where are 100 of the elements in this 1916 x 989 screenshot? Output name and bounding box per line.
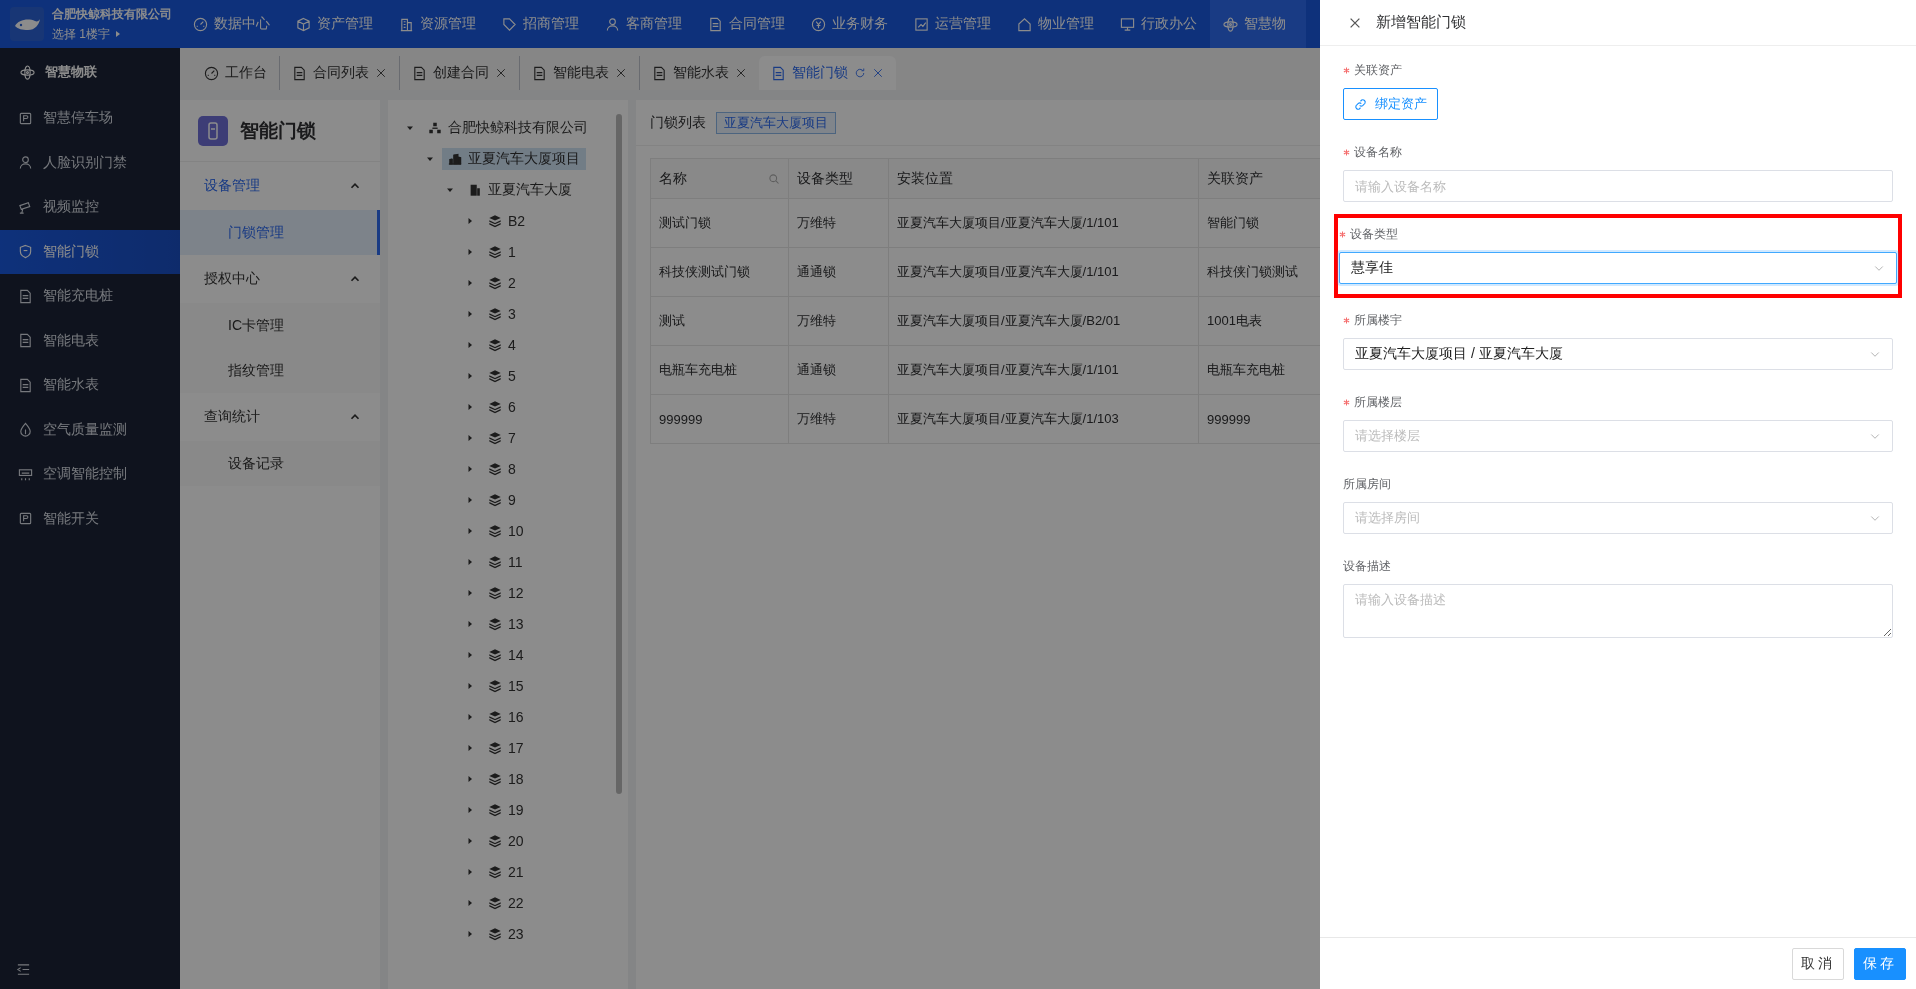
save-button[interactable]: 保存	[1854, 947, 1906, 980]
caret-icon[interactable]	[466, 867, 474, 876]
tree-node[interactable]: 18	[482, 768, 530, 789]
caret-icon[interactable]	[466, 433, 474, 442]
sidebar-item[interactable]: 智慧停车场	[0, 96, 180, 141]
close-icon[interactable]	[735, 67, 747, 79]
sidebar-item[interactable]: 空调智能控制	[0, 452, 180, 497]
caret-icon[interactable]	[466, 340, 474, 349]
tree-node[interactable]: 14	[482, 644, 530, 665]
tree-node[interactable]: B2	[482, 210, 532, 231]
sidebar-item[interactable]: 视频监控	[0, 185, 180, 230]
tree-node[interactable]: 10	[482, 520, 530, 541]
tree-node[interactable]: 21	[482, 861, 530, 882]
caret-icon[interactable]	[466, 371, 474, 380]
scrollbar[interactable]	[616, 114, 622, 794]
menu-group[interactable]: 设备管理	[180, 162, 380, 210]
sidebar-item[interactable]: 智能开关	[0, 496, 180, 541]
select-field[interactable]: 慧享佳	[1339, 252, 1897, 284]
submenu-title: 智能门锁	[240, 118, 316, 143]
caret-icon[interactable]	[466, 557, 474, 566]
tree-node[interactable]: 4	[482, 334, 522, 355]
close-icon[interactable]	[375, 67, 387, 79]
tree-node[interactable]: 11	[482, 551, 529, 572]
tree-node[interactable]: 20	[482, 830, 530, 851]
tab[interactable]: 合同列表	[279, 56, 399, 90]
select-field[interactable]: 亚夏汽车大厦项目 / 亚夏汽车大厦	[1343, 338, 1893, 370]
nav-item[interactable]: 行政办公	[1107, 0, 1210, 48]
tab[interactable]: 智能电表	[519, 56, 639, 90]
caret-icon[interactable]	[466, 619, 474, 628]
table-cell: 测试	[650, 296, 789, 346]
building-picker[interactable]: 选择 1楼宇	[52, 25, 172, 43]
caret-icon[interactable]	[466, 464, 474, 473]
tab[interactable]: 智能门锁	[759, 56, 896, 90]
caret-icon[interactable]	[466, 278, 474, 287]
caret-icon[interactable]	[466, 495, 474, 504]
tree-node[interactable]: 亚夏汽车大厦项目	[442, 147, 586, 170]
caret-icon[interactable]	[466, 836, 474, 845]
tree-node[interactable]: 15	[482, 675, 530, 696]
caret-icon[interactable]	[466, 650, 474, 659]
tree-node[interactable]: 23	[482, 923, 530, 944]
tree-node[interactable]: 19	[482, 799, 530, 820]
sidebar-item[interactable]: 空气质量监测	[0, 407, 180, 452]
caret-icon[interactable]	[466, 526, 474, 535]
tab[interactable]: 创建合同	[399, 56, 519, 90]
tree-node[interactable]: 22	[482, 892, 530, 913]
caret-icon[interactable]	[466, 805, 474, 814]
nav-item[interactable]: 智慧物	[1210, 0, 1306, 48]
tree-node[interactable]: 13	[482, 613, 530, 634]
nav-item[interactable]: 数据中心	[180, 0, 283, 48]
tree-node[interactable]: 6	[482, 396, 522, 417]
menu-group[interactable]: 授权中心	[180, 255, 380, 303]
close-icon[interactable]	[615, 67, 627, 79]
caret-icon[interactable]	[466, 588, 474, 597]
sidebar-item[interactable]: 智能门锁	[0, 229, 180, 274]
tree-node[interactable]: 合肥快鲸科技有限公司	[422, 116, 594, 139]
tree-node[interactable]: 16	[482, 706, 530, 727]
textarea-field[interactable]: 请输入设备描述	[1343, 584, 1893, 638]
cancel-button[interactable]: 取消	[1792, 947, 1844, 980]
tree-node[interactable]: 17	[482, 737, 530, 758]
caret-icon[interactable]	[466, 712, 474, 721]
nav-item[interactable]: 物业管理	[1004, 0, 1107, 48]
tree-node[interactable]: 7	[482, 427, 522, 448]
caret-icon[interactable]	[466, 774, 474, 783]
input-field[interactable]: 请输入设备名称	[1343, 170, 1893, 202]
bind-button[interactable]: 绑定资产	[1343, 88, 1438, 120]
nav-item[interactable]: 合同管理	[695, 0, 798, 48]
menu-group[interactable]: 查询统计	[180, 393, 380, 441]
caret-icon[interactable]	[466, 681, 474, 690]
sidebar-item[interactable]: 智能水表	[0, 363, 180, 408]
menu-item[interactable]: 门锁管理	[180, 210, 380, 255]
tree-node[interactable]: 3	[482, 303, 522, 324]
sidebar-item[interactable]: 智能电表	[0, 318, 180, 363]
caret-icon[interactable]	[466, 929, 474, 938]
nav-item[interactable]: 业务财务	[798, 0, 901, 48]
sidebar-item[interactable]: 人脸识别门禁	[0, 140, 180, 185]
menu-fold-icon[interactable]	[16, 961, 31, 977]
tree-node[interactable]: 8	[482, 458, 522, 479]
caret-icon[interactable]	[466, 743, 474, 752]
nav-item[interactable]: 招商管理	[489, 0, 592, 48]
nav-item[interactable]: 资源管理	[386, 0, 489, 48]
tree-node[interactable]: 9	[482, 489, 522, 510]
tree-node[interactable]: 2	[482, 272, 522, 293]
caret-icon[interactable]	[466, 216, 474, 225]
tree-node[interactable]: 1	[482, 241, 522, 262]
nav-item[interactable]: 运营管理	[901, 0, 1004, 48]
nav-item[interactable]: 客商管理	[592, 0, 695, 48]
user-icon	[605, 16, 620, 32]
tree-node[interactable]: 12	[482, 582, 530, 603]
refresh-icon[interactable]	[854, 67, 866, 79]
caret-icon[interactable]	[466, 402, 474, 411]
tree-node[interactable]: 亚夏汽车大厦	[462, 178, 578, 201]
close-icon[interactable]	[495, 67, 507, 79]
caret-icon[interactable]	[466, 898, 474, 907]
close-icon[interactable]	[872, 67, 884, 79]
sidebar-item[interactable]: 智能充电桩	[0, 274, 180, 319]
caret-icon[interactable]	[466, 309, 474, 318]
nav-item[interactable]: 资产管理	[283, 0, 386, 48]
tab[interactable]: 工作台	[192, 56, 279, 90]
caret-icon[interactable]	[466, 247, 474, 256]
tree-node[interactable]: 5	[482, 365, 522, 386]
